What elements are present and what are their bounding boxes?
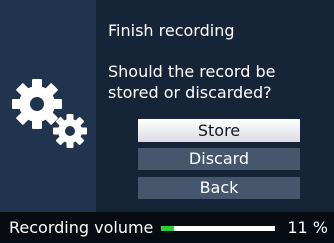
recording-volume-value: 11 % xyxy=(287,218,328,237)
dialog-panel: Finish recording Should the record be st… xyxy=(96,0,334,212)
dialog-message: Should the record be stored or discarded… xyxy=(108,62,276,102)
icon-panel xyxy=(0,0,96,212)
recording-volume-label: Recording volume xyxy=(9,218,154,237)
discard-button[interactable]: Discard xyxy=(138,148,300,170)
status-bar: Recording volume 11 % xyxy=(0,212,334,243)
store-button[interactable]: Store xyxy=(138,119,300,142)
back-button[interactable]: Back xyxy=(138,177,300,199)
recording-volume-bar xyxy=(161,226,275,231)
recording-dialog-screen: Finish recording Should the record be st… xyxy=(0,0,334,243)
dialog-title: Finish recording xyxy=(108,21,235,40)
recording-volume-fill xyxy=(161,226,174,231)
gear-icon xyxy=(53,114,87,148)
